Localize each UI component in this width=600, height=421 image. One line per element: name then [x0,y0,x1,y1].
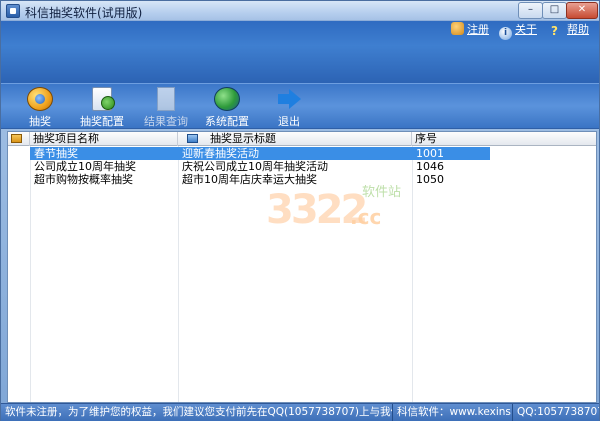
row-title: 超市10周年店庆幸运大抽奖 [182,173,317,186]
toolbar: 抽奖 抽奖配置 结果查询 系统配置 退出 [1,83,599,129]
row-code: 1001 [416,147,444,160]
column-header-code[interactable]: 序号 [412,132,598,146]
status-website: 科信软件：www.kexins.net [393,404,513,421]
users-icon [451,22,464,35]
row-code: 1050 [416,173,444,186]
globe-icon [214,87,240,111]
status-bar: 软件未注册，为了维护您的权益，我们建议您支付前先在QQ(1057738707)上… [1,403,599,421]
maximize-button[interactable]: □ [542,2,567,19]
window-title: 科信抽奖软件(试用版) [25,6,143,20]
config-icon [92,87,115,111]
row-name: 公司成立10周年抽奖 [34,160,136,173]
app-icon [6,4,20,18]
column-header-icon[interactable] [8,132,30,146]
help-link[interactable]: ? 帮助 [551,21,589,38]
result-query-button[interactable]: 结果查询 [136,87,196,129]
row-code: 1046 [416,160,444,173]
register-label: 注册 [467,23,489,36]
close-button[interactable]: ✕ [566,2,598,19]
draw-label: 抽奖 [29,115,51,128]
table-row[interactable]: 春节抽奖 迎新春抽奖活动 1001 [30,147,490,160]
row-name: 春节抽奖 [34,147,78,160]
help-label: 帮助 [567,23,589,36]
draw-projects-table[interactable]: 抽奖项目名称 抽奖显示标题 序号 春节抽奖 迎新春抽奖活动 1001 公司成立1… [7,131,597,403]
status-notice: 软件未注册，为了维护您的权益，我们建议您支付前先在QQ(1057738707)上… [1,404,393,421]
arrow-right-icon [276,87,302,111]
header-banner: 注册 i 关于 ? 帮助 [1,21,599,83]
minimize-button[interactable]: – [518,2,543,19]
table-icon [11,134,22,143]
display-icon [187,134,198,143]
row-title: 迎新春抽奖活动 [182,147,259,160]
exit-button[interactable]: 退出 [259,87,319,129]
status-qq: QQ:1057738707 [517,406,599,418]
row-name: 超市购物按概率抽奖 [34,173,133,186]
table-row[interactable]: 超市购物按概率抽奖 超市10周年店庆幸运大抽奖 1050 [8,173,596,186]
help-icon: ? [551,24,558,38]
app-window: 科信抽奖软件(试用版) – □ ✕ 注册 i 关于 ? 帮助 抽奖 抽奖配置 结果查… [0,0,600,421]
table-row[interactable]: 公司成立10周年抽奖 庆祝公司成立10周年抽奖活动 1046 [8,160,596,173]
result-query-label: 结果查询 [144,115,188,128]
register-link[interactable]: 注册 [451,21,489,37]
about-label: 关于 [515,23,537,36]
row-title: 庆祝公司成立10周年抽奖活动 [182,160,328,173]
column-header-title[interactable]: 抽奖显示标题 [178,132,412,146]
column-header-title-label: 抽奖显示标题 [210,132,276,145]
title-bar[interactable]: 科信抽奖软件(试用版) – □ ✕ [1,1,599,21]
draw-button[interactable]: 抽奖 [10,87,70,129]
table-header: 抽奖项目名称 抽奖显示标题 序号 [8,132,596,146]
draw-config-label: 抽奖配置 [80,115,124,128]
about-link[interactable]: i 关于 [499,21,537,40]
column-header-name[interactable]: 抽奖项目名称 [30,132,178,146]
exit-label: 退出 [278,115,300,128]
draw-icon [27,87,53,111]
document-icon [157,87,175,111]
draw-config-button[interactable]: 抽奖配置 [72,87,132,129]
system-config-label: 系统配置 [205,115,249,128]
system-config-button[interactable]: 系统配置 [197,87,257,129]
info-icon: i [499,27,512,40]
